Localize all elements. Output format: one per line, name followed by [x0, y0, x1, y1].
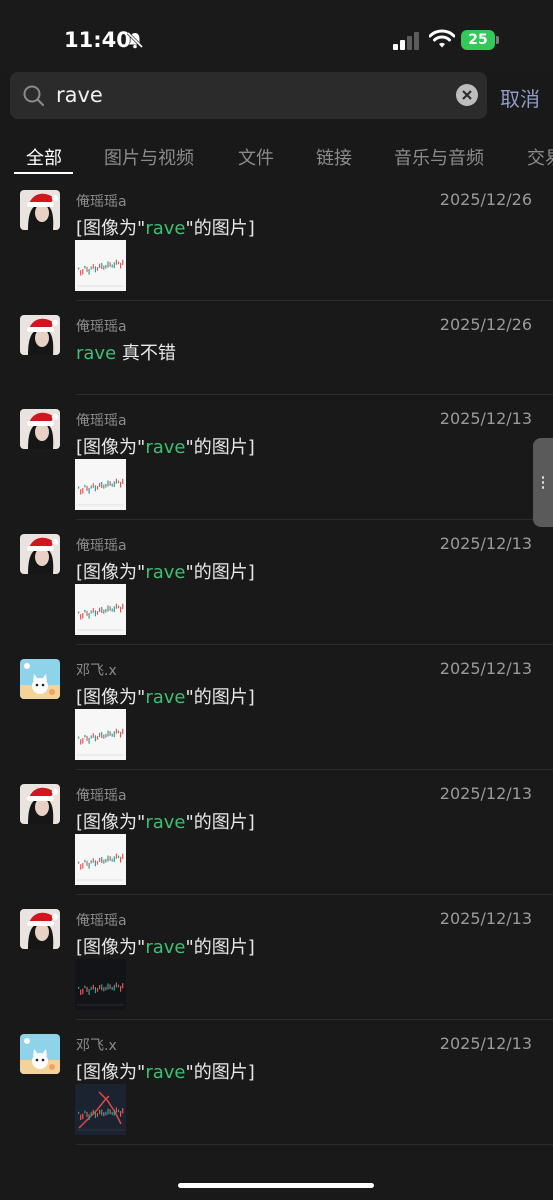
- message-text: [图像为"rave"的图片]: [76, 933, 255, 959]
- search-bar[interactable]: rave: [10, 72, 487, 119]
- message-suffix: "的图片]: [185, 437, 255, 458]
- santa-avatar: [20, 909, 60, 949]
- status-bar: 11:40 25: [0, 0, 553, 72]
- battery-cap: [496, 36, 499, 44]
- tab-transactions[interactable]: 交易: [527, 144, 553, 170]
- keyword-highlight: rave: [145, 437, 186, 458]
- sender-name: 俺瑶瑶a: [76, 913, 127, 929]
- message-date: 2025/12/13: [439, 909, 532, 928]
- message-suffix: 真不错: [116, 343, 176, 364]
- message-date: 2025/12/13: [439, 784, 532, 803]
- message-date: 2025/12/26: [439, 190, 532, 209]
- message-suffix: "的图片]: [185, 1062, 255, 1083]
- filter-tabs: 全部 图片与视频 文件 链接 音乐与音频 交易: [0, 140, 553, 176]
- list-item[interactable]: 俺瑶瑶a 2025/12/13 [图像为"rave"的图片]: [0, 770, 553, 895]
- message-date: 2025/12/13: [439, 659, 532, 678]
- battery-level: 25: [468, 32, 488, 48]
- message-prefix: [图像为": [76, 562, 146, 583]
- list-item[interactable]: 俺瑶瑶a 2025/12/13 [图像为"rave"的图片]: [0, 895, 553, 1020]
- list-item[interactable]: 俺瑶瑶a 2025/12/13 [图像为"rave"的图片]: [0, 395, 553, 520]
- sender-name: 俺瑶瑶a: [76, 194, 127, 210]
- active-tab-indicator: [14, 172, 73, 174]
- sender-name: 俺瑶瑶a: [76, 319, 127, 335]
- cancel-button[interactable]: 取消: [500, 83, 540, 112]
- message-prefix: [图像为": [76, 812, 146, 833]
- cat-beach-avatar: [20, 1034, 60, 1074]
- message-suffix: "的图片]: [185, 218, 255, 239]
- tab-links[interactable]: 链接: [316, 144, 352, 170]
- sender-name: 俺瑶瑶a: [76, 413, 127, 429]
- keyword-highlight: rave: [145, 937, 186, 958]
- scroll-handle[interactable]: [533, 438, 553, 527]
- message-prefix: [图像为": [76, 1062, 146, 1083]
- bell-muted-icon: [126, 31, 144, 53]
- sender-name: 俺瑶瑶a: [76, 538, 127, 554]
- sender-name: 邓飞.x: [76, 1038, 117, 1054]
- message-text: rave 真不错: [76, 339, 176, 365]
- divider: [76, 1144, 553, 1145]
- message-suffix: "的图片]: [185, 562, 255, 583]
- tab-music-audio[interactable]: 音乐与音频: [394, 144, 484, 170]
- image-thumbnail[interactable]: [75, 834, 126, 885]
- home-indicator[interactable]: [178, 1183, 374, 1188]
- search-results-list: 俺瑶瑶a 2025/12/26 [图像为"rave"的图片] 俺瑶瑶a 2025…: [0, 176, 553, 1145]
- santa-avatar: [20, 409, 60, 449]
- battery-icon: 25: [461, 30, 495, 50]
- message-prefix: [图像为": [76, 218, 146, 239]
- clear-search-icon[interactable]: [456, 84, 478, 106]
- message-text: [图像为"rave"的图片]: [76, 1058, 255, 1084]
- image-thumbnail[interactable]: [75, 1084, 126, 1135]
- image-thumbnail[interactable]: [75, 240, 126, 291]
- message-text: [图像为"rave"的图片]: [76, 214, 255, 240]
- cat-beach-avatar: [20, 659, 60, 699]
- message-date: 2025/12/13: [439, 409, 532, 428]
- tab-all[interactable]: 全部: [26, 144, 62, 170]
- keyword-highlight: rave: [145, 218, 186, 239]
- image-thumbnail[interactable]: [75, 709, 126, 760]
- sender-name: 邓飞.x: [76, 663, 117, 679]
- santa-avatar: [20, 190, 60, 230]
- cellular-signal-icon: [393, 32, 421, 50]
- list-item[interactable]: 邓飞.x 2025/12/13 [图像为"rave"的图片]: [0, 1020, 553, 1145]
- keyword-highlight: rave: [145, 687, 186, 708]
- image-thumbnail[interactable]: [75, 459, 126, 510]
- message-text: [图像为"rave"的图片]: [76, 558, 255, 584]
- message-text: [图像为"rave"的图片]: [76, 808, 255, 834]
- message-suffix: "的图片]: [185, 937, 255, 958]
- status-time: 11:40: [64, 28, 131, 52]
- message-suffix: "的图片]: [185, 812, 255, 833]
- keyword-highlight: rave: [145, 562, 186, 583]
- keyword-highlight: rave: [76, 343, 117, 364]
- keyword-highlight: rave: [145, 1062, 186, 1083]
- list-item[interactable]: 俺瑶瑶a 2025/12/26 [图像为"rave"的图片]: [0, 176, 553, 301]
- message-date: 2025/12/13: [439, 534, 532, 553]
- message-prefix: [图像为": [76, 687, 146, 708]
- sender-name: 俺瑶瑶a: [76, 788, 127, 804]
- image-thumbnail[interactable]: [75, 584, 126, 635]
- message-prefix: [图像为": [76, 437, 146, 458]
- tab-files[interactable]: 文件: [238, 144, 274, 170]
- message-suffix: "的图片]: [185, 687, 255, 708]
- image-thumbnail[interactable]: [75, 959, 126, 1010]
- wifi-icon: [428, 29, 456, 53]
- search-input[interactable]: rave: [56, 83, 103, 107]
- list-item[interactable]: 俺瑶瑶a 2025/12/13 [图像为"rave"的图片]: [0, 520, 553, 645]
- search-icon: [22, 84, 46, 112]
- message-date: 2025/12/26: [439, 315, 532, 334]
- santa-avatar: [20, 784, 60, 824]
- santa-avatar: [20, 534, 60, 574]
- santa-avatar: [20, 315, 60, 355]
- message-text: [图像为"rave"的图片]: [76, 683, 255, 709]
- message-prefix: [图像为": [76, 937, 146, 958]
- list-item[interactable]: 俺瑶瑶a 2025/12/26 rave 真不错: [0, 301, 553, 395]
- message-text: [图像为"rave"的图片]: [76, 433, 255, 459]
- keyword-highlight: rave: [145, 812, 186, 833]
- list-item[interactable]: 邓飞.x 2025/12/13 [图像为"rave"的图片]: [0, 645, 553, 770]
- tab-images-videos[interactable]: 图片与视频: [104, 144, 194, 170]
- message-date: 2025/12/13: [439, 1034, 532, 1053]
